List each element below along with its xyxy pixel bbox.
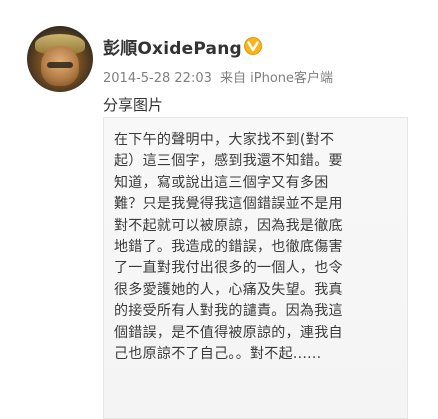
username-link[interactable]: 彭順OxidePang [103, 34, 242, 59]
image-statement-text: 在下午的聲明中，大家找不到(對不 起）這三個字，感到我還不知錯。要 知道，寫或說出這… [114, 130, 399, 365]
image-text-line: 己也原諒不了自己。。對不起...... [114, 346, 322, 363]
avatar-sunglasses-shape [47, 62, 73, 68]
image-text-line: 的接受所有人對我的譴責。因為我這 [114, 303, 343, 320]
post-image[interactable]: 在下午的聲明中，大家找不到(對不 起）這三個字，感到我還不知錯。要 知道，寫或說出這… [103, 117, 408, 419]
image-text-line: 難？只是我覺得我這個錯誤並不是用 [114, 196, 343, 213]
image-text-line: 了一直對我付出很多的一個人，也令 [114, 260, 343, 277]
image-text-line: 個錯誤，是不值得被原諒的，連我自 [114, 324, 343, 341]
image-text-line: 地錯了。我造成的錯誤，也徹底傷害 [114, 239, 343, 256]
verified-v-icon [247, 41, 259, 52]
image-text-line: 對不起就可以被原諒，因為我是徹底 [114, 217, 343, 234]
verified-badge-icon[interactable] [244, 37, 262, 55]
post-timestamp-link[interactable]: 2014-5-28 22:03 [103, 71, 212, 86]
weibo-post: 彭順OxidePang 2014-5-28 22:03 来自 iPhone客户端… [0, 0, 438, 419]
post-text: 分享图片 [103, 96, 164, 114]
image-text-line: 起）這三個字，感到我還不知錯。要 [114, 153, 343, 170]
post-source: 来自 iPhone客户端 [220, 71, 334, 86]
image-text-line: 知道，寫或說出這三個字又有多困 [114, 174, 329, 191]
image-text-line: 很多愛護她的人，心痛及失望。我真 [114, 281, 343, 298]
post-meta: 2014-5-28 22:03 来自 iPhone客户端 [103, 67, 333, 86]
image-text-line: 在下午的聲明中，大家找不到(對不 [114, 132, 335, 148]
user-avatar[interactable] [27, 26, 93, 92]
